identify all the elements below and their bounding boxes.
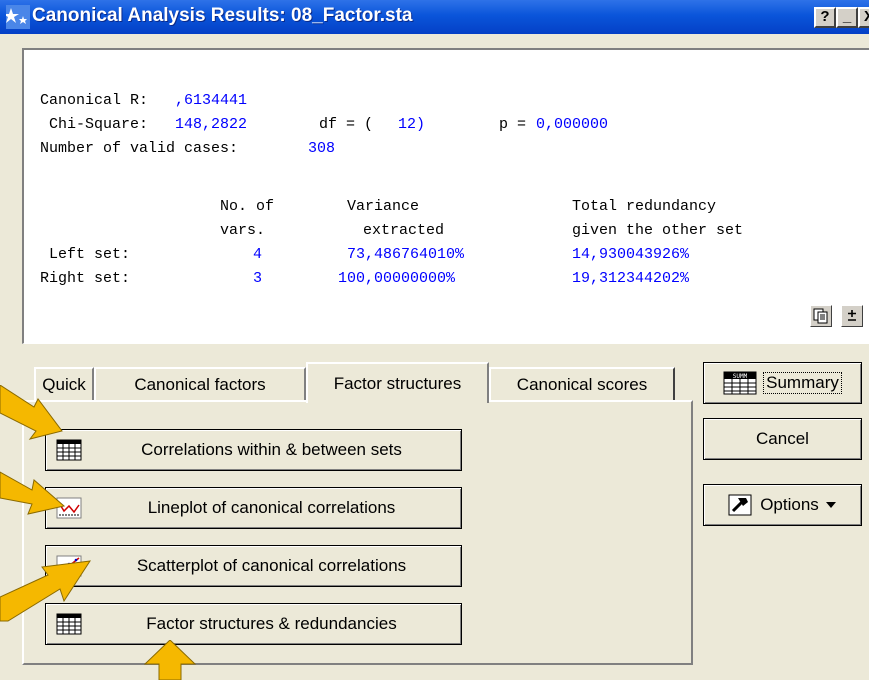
plus-minus-icon [848,310,856,321]
scatterplot-button[interactable]: Scatterplot of canonical correlations [45,545,462,587]
chevron-down-icon [825,502,836,508]
chi-square-value: 148,2822 [175,116,248,133]
window-title: Canonical Analysis Results: 08_Factor.st… [32,5,413,26]
df-value: 12) [398,116,426,133]
copy-button[interactable] [810,305,832,327]
arrow-pointer-icon [0,560,92,622]
options-label: Options [760,495,819,514]
hammer-icon [728,494,752,516]
app-icon [6,5,30,29]
factor-structures-label: Factor structures & redundancies [146,614,397,633]
correlations-button[interactable]: Correlations within & between sets [45,429,462,471]
help-button[interactable]: ? [814,7,836,28]
row-left-vars: 4 [253,246,263,263]
df-label: df = ( [319,116,374,133]
arrow-pointer-icon [0,385,63,440]
tab-factor-structures[interactable]: Factor structures [306,362,489,403]
row-right-label: Right set: [40,270,131,287]
p-value: 0,000000 [536,116,609,133]
row-right-variance: 100,00000000% [338,270,456,287]
valid-cases-value: 308 [308,140,336,157]
row-left-variance: 73,486764010% [347,246,465,263]
expand-button[interactable] [841,305,863,327]
chi-square-label: Chi-Square: [49,116,149,133]
dialog-window: Canonical Analysis Results: 08_Factor.st… [0,0,869,680]
summary-label: Summary [763,372,842,394]
arrow-pointer-icon [143,640,197,680]
header-variance-line1: Variance [347,198,420,215]
title-bar[interactable]: Canonical Analysis Results: 08_Factor.st… [0,0,869,34]
row-left-redundancy: 14,930043926% [572,246,690,263]
header-redundancy-line2: given the other set [572,222,744,239]
valid-cases-label: Number of valid cases: [40,140,239,157]
summary-icon: SUMM [723,371,757,395]
results-output: Canonical R: ,6134441 Chi-Square: 148,28… [22,48,869,344]
canonical-r-value: ,6134441 [175,92,248,109]
lineplot-button[interactable]: Lineplot of canonical correlations [45,487,462,529]
options-button[interactable]: Options [703,484,862,526]
svg-text:SUMM: SUMM [733,373,748,380]
arrow-pointer-icon [0,471,66,515]
lineplot-label: Lineplot of canonical correlations [147,498,396,517]
header-redundancy-line1: Total redundancy [572,198,717,215]
scatterplot-label: Scatterplot of canonical correlations [136,556,407,575]
cancel-label: Cancel [756,429,809,448]
summary-button[interactable]: SUMM Summary [703,362,862,404]
factor-structures-button[interactable]: Factor structures & redundancies [45,603,462,645]
header-vars-line1: No. of [220,198,275,215]
row-left-label: Left set: [49,246,131,263]
copy-icon [813,308,828,324]
p-label: p = [499,116,527,133]
correlations-label: Correlations within & between sets [141,440,402,459]
tab-canonical-factors[interactable]: Canonical factors [94,367,306,401]
close-button[interactable]: X [858,7,869,28]
header-vars-line2: vars. [220,222,266,239]
row-right-redundancy: 19,312344202% [572,270,690,287]
header-variance-line2: extracted [363,222,445,239]
cancel-button[interactable]: Cancel [703,418,862,460]
row-right-vars: 3 [253,270,263,287]
canonical-r-label: Canonical R: [40,92,149,109]
minimize-button[interactable]: _ [836,7,858,28]
tab-canonical-scores[interactable]: Canonical scores [489,367,675,401]
